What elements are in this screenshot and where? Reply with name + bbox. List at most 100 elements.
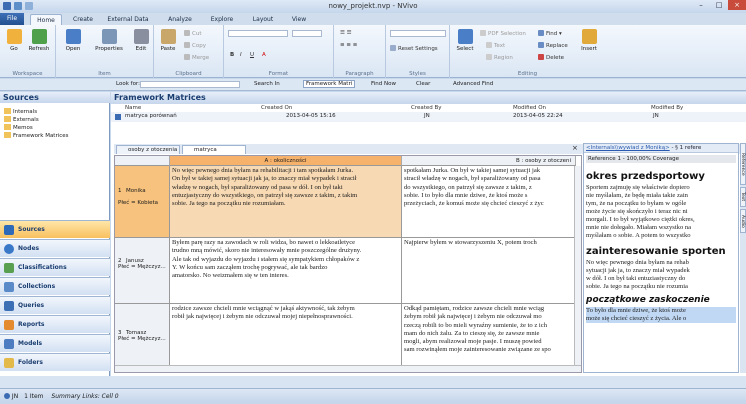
row-header-monika[interactable]: 1 Monika Płeć = Kobieta — [115, 166, 170, 238]
font-size-combo[interactable] — [292, 30, 322, 37]
col-header-b[interactable]: B : osoby z otoczeni — [402, 156, 576, 166]
open-button[interactable]: Open — [62, 29, 84, 52]
select-label: Select — [456, 46, 474, 52]
vertical-scrollbar[interactable] — [574, 166, 581, 366]
find-button[interactable]: Find ▾ — [538, 30, 562, 37]
refresh-button[interactable]: Refresh — [28, 29, 50, 52]
row-modified-by: JN — [653, 113, 659, 119]
row-header-janusz[interactable]: 2 Janusz Płeć = Mężczyz... — [115, 238, 170, 304]
cell-a2[interactable]: Byłem parę razy na zawodach w roli widza… — [170, 238, 402, 304]
clear-button[interactable]: Clear — [416, 81, 430, 87]
tree-item-externals[interactable]: Externals — [4, 116, 39, 123]
tab-view[interactable]: View — [286, 14, 312, 25]
nav-nodes[interactable]: Nodes — [0, 239, 110, 257]
font-name-combo[interactable] — [228, 30, 288, 37]
tab-external-data[interactable]: External Data — [106, 14, 150, 25]
col-header-a[interactable]: A : okoliczności — [170, 156, 402, 166]
tab-file[interactable]: File — [0, 13, 24, 25]
cell-a1[interactable]: No więc pewnego dnia byłam na rehabilita… — [170, 166, 402, 238]
properties-label: Properties — [95, 46, 123, 52]
align-icon[interactable]: ≡ ≡ ≡ — [340, 42, 357, 48]
tree-item-internals[interactable]: Internals — [4, 108, 37, 115]
go-button[interactable]: Go — [3, 29, 25, 52]
cell-b3[interactable]: Odkąd pamiętam, rodzice zawsze chcieli m… — [402, 304, 576, 372]
nav-reports[interactable]: Reports — [0, 315, 110, 333]
col-header-created-on[interactable]: Created On — [261, 105, 292, 111]
find-now-button[interactable]: Find Now — [371, 81, 396, 87]
close-tab-icon[interactable]: × — [572, 144, 578, 152]
select-button[interactable]: Select — [454, 29, 476, 52]
italic-button[interactable]: I — [240, 52, 242, 58]
insert-button[interactable]: Insert — [578, 29, 600, 52]
tab-analyze[interactable]: Analyze — [163, 14, 197, 25]
tab-layout[interactable]: Layout — [247, 14, 279, 25]
refresh-icon — [31, 29, 47, 44]
paste-icon — [160, 29, 176, 44]
text-icon — [486, 42, 492, 48]
side-tab-reference[interactable]: Reference — [740, 143, 746, 185]
close-button[interactable]: × — [728, 0, 746, 10]
text-button[interactable]: Text — [486, 42, 505, 49]
go-label: Go — [10, 46, 18, 52]
col-header-modified-on[interactable]: Modified On — [513, 105, 546, 111]
nodes-icon — [4, 244, 14, 254]
cell-a3[interactable]: rodzice zawsze chcieli mnie wciągnąć w j… — [170, 304, 402, 372]
bullets-icon[interactable]: ☰ ☰ — [340, 30, 352, 36]
cell-b2[interactable]: Najpierw byłem w stowarzyszeniu X, potem… — [402, 238, 576, 304]
cell-b1[interactable]: spotkałam Jurka. On był w takiej samej s… — [402, 166, 576, 238]
nav-models[interactable]: Models — [0, 334, 110, 352]
underline-button[interactable]: U — [250, 52, 254, 58]
properties-button[interactable]: Properties — [94, 29, 124, 52]
cell-line: amatorsko. No weizmałem się w ten intere… — [172, 272, 289, 280]
styles-combo[interactable] — [390, 30, 446, 37]
styles-group-label: Styles — [409, 71, 426, 77]
nav-folders[interactable]: Folders — [0, 353, 110, 371]
minimize-button[interactable]: – — [692, 0, 710, 10]
advanced-find-button[interactable]: Advanced Find — [453, 81, 493, 87]
look-for-input[interactable] — [140, 81, 240, 88]
tab-explore[interactable]: Explore — [205, 14, 239, 25]
nav-collections[interactable]: Collections — [0, 277, 110, 295]
tree-label: Internals — [13, 109, 38, 115]
nav-classifications[interactable]: Classifications — [0, 258, 110, 276]
delete-button[interactable]: Delete — [538, 54, 564, 61]
paste-button[interactable]: Paste — [157, 29, 179, 52]
tab-osoby-z-otoczenia[interactable]: osoby z otoczenia — [116, 145, 180, 154]
cell-line: entuzjastyczny do wszystkiego, on patrzy… — [172, 191, 358, 199]
reset-icon — [390, 45, 396, 51]
search-in-button[interactable]: Search In — [254, 81, 280, 87]
tree-item-framework-matrices[interactable]: Framework Matrices — [4, 132, 69, 139]
cut-button[interactable]: Cut — [184, 30, 201, 37]
tab-create[interactable]: Create — [68, 14, 98, 25]
cell-line: władzę w nogach, był sparaliżowany od pa… — [172, 183, 343, 191]
pdf-selection-button[interactable]: PDF Selection — [480, 30, 526, 37]
col-header-modified-by[interactable]: Modified By — [651, 105, 683, 111]
col-header-name[interactable]: Name — [125, 105, 141, 111]
edit-button[interactable]: Edit — [130, 29, 152, 52]
copy-button[interactable]: Copy — [184, 42, 206, 49]
maximize-button[interactable]: □ — [710, 0, 728, 10]
replace-button[interactable]: Replace — [538, 42, 568, 49]
nav-sources[interactable]: Sources — [0, 220, 110, 238]
side-tab-text[interactable]: Text — [740, 187, 746, 207]
row-modified-on: 2013-04-05 22:24 — [513, 113, 563, 119]
font-color-button[interactable]: A — [262, 52, 266, 58]
reset-settings-button[interactable]: Reset Settings — [390, 45, 438, 52]
list-row[interactable]: matryca porównań 2013-04-05 15:16 JN 201… — [111, 112, 746, 122]
edit-label: Edit — [135, 46, 147, 52]
group-clipboard: Paste Cut Copy Merge Clipboard — [154, 25, 224, 78]
cell-line: On był w takiej samej sytuacji jak ja, t… — [172, 175, 357, 183]
region-button[interactable]: Region — [486, 54, 513, 61]
nav-queries[interactable]: Queries — [0, 296, 110, 314]
tab-matryca-porownan[interactable]: matryca porównań — [182, 145, 246, 162]
horizontal-scrollbar[interactable] — [115, 365, 581, 372]
bold-button[interactable]: B — [230, 52, 234, 58]
reference-link[interactable]: <Internals\\wywiad z Moniką> — [586, 145, 670, 151]
merge-button[interactable]: Merge — [184, 54, 209, 61]
side-tab-audio[interactable]: Audio — [740, 209, 746, 233]
tab-home[interactable]: Home — [30, 14, 62, 25]
row-header-tomasz[interactable]: 3 Tomasz Płeć = Mężczyz... — [115, 304, 170, 372]
tree-item-memos[interactable]: Memos — [4, 124, 33, 131]
scope-dropdown[interactable]: Framework Matri — [303, 80, 356, 88]
col-header-created-by[interactable]: Created By — [411, 105, 442, 111]
